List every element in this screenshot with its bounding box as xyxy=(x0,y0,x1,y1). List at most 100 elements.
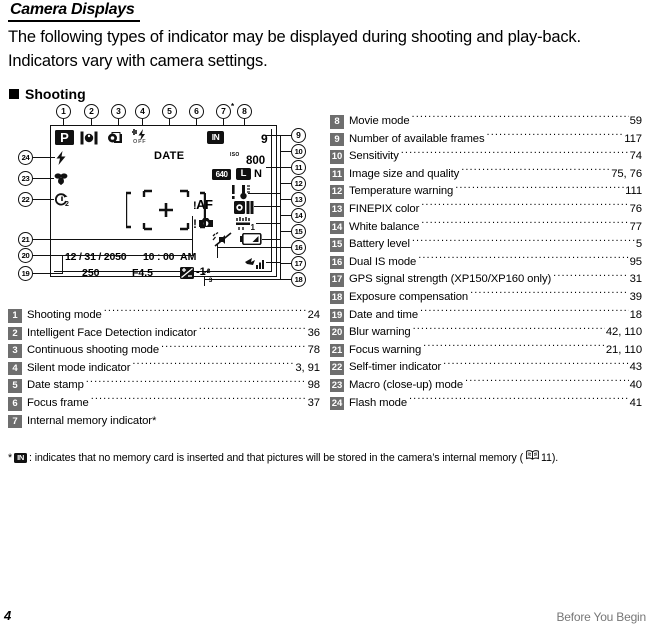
leader-dots xyxy=(91,395,307,406)
footnote-marker: * xyxy=(8,451,13,464)
item-page: 77 xyxy=(629,220,642,233)
connector-12 xyxy=(248,193,281,195)
item-label: Movie mode xyxy=(349,115,410,127)
list-item: 18 Exposure compensation 39 xyxy=(330,289,642,307)
leader-19 xyxy=(33,273,63,275)
leader-dots xyxy=(420,307,629,318)
callout-5: 5 xyxy=(162,104,177,119)
item-page: 117 xyxy=(624,132,642,145)
list-item: 20 Blur warning 42, 110 xyxy=(330,324,642,342)
callout-14: 14 xyxy=(291,208,306,223)
list-item: 6 Focus frame 37 xyxy=(8,395,320,413)
item-number: 3 xyxy=(8,344,22,358)
item-number: 21 xyxy=(330,343,344,358)
list-item: 17 GPS signal strength (XP150/XP160 only… xyxy=(330,271,642,289)
item-label: Macro (close-up) mode xyxy=(349,378,464,391)
callout-4: 4 xyxy=(135,104,150,119)
item-label: Image size and quality xyxy=(349,167,460,180)
leader-22 xyxy=(33,199,54,201)
flash-mode-icon xyxy=(55,151,67,169)
callout-2: 2 xyxy=(84,104,99,119)
item-number: 10 xyxy=(330,150,344,164)
list-item: 22 Self-timer indicator 43 xyxy=(330,359,642,377)
item-number: 23 xyxy=(330,378,344,393)
leader-dots xyxy=(461,166,610,177)
item-label: Exposure compensation xyxy=(349,290,469,303)
leader-18 xyxy=(280,279,291,281)
item-number: 12 xyxy=(330,185,344,199)
leader-dots xyxy=(199,325,307,336)
svg-text:2: 2 xyxy=(65,201,69,207)
list-item: 23 Macro (close-up) mode 40 xyxy=(330,377,642,395)
shutter-speed-value: 250 xyxy=(82,267,100,279)
item-number: 11 xyxy=(330,167,344,182)
item-page: 31 xyxy=(629,273,642,286)
item-label: Continuous shooting mode xyxy=(27,344,159,357)
list-item: 3 Continuous shooting mode 78 xyxy=(8,342,320,360)
leader-23 xyxy=(33,178,54,180)
leader-dots xyxy=(421,201,628,212)
internal-memory-icon: IN xyxy=(207,131,224,144)
date-stamp-indicator: DATE xyxy=(154,150,185,162)
image-size-icon: L xyxy=(236,168,251,180)
list-item: 8 Movie mode 59 xyxy=(330,113,642,131)
callout-9: 9 xyxy=(291,128,306,143)
leader-13 xyxy=(280,199,291,201)
callout-7-asterisk: * xyxy=(231,102,235,111)
image-quality-label: N xyxy=(254,168,262,180)
internal-memory-icon: IN xyxy=(14,452,28,463)
iso-label: ISO xyxy=(230,152,240,158)
leader-dots xyxy=(161,342,307,353)
list-item: 11 Image size and quality 75, 76 xyxy=(330,166,642,184)
item-label: Focus frame xyxy=(27,396,89,409)
face-detection-icon xyxy=(80,131,98,147)
callout-8: 8 xyxy=(237,104,252,119)
item-page: 98 xyxy=(307,379,320,392)
callout-16: 16 xyxy=(291,240,306,255)
item-number: 13 xyxy=(330,203,344,217)
leader-dots xyxy=(465,377,629,388)
index-list-left: 1 Shooting mode 24 2 Intelligent Face De… xyxy=(8,307,320,430)
leader-dots xyxy=(132,360,294,371)
item-label: GPS signal strength (XP150/XP160 only) xyxy=(349,273,552,286)
leader-16 xyxy=(280,247,291,249)
callout-21: 21 xyxy=(18,232,33,247)
item-page: 41 xyxy=(629,396,642,409)
item-page: 76 xyxy=(629,202,642,215)
item-number: 7 xyxy=(8,414,22,429)
item-label: Silent mode indicator xyxy=(27,361,131,374)
aperture-value: F4.5 xyxy=(132,267,154,279)
list-item: 13 FINEPIX color 76 xyxy=(330,201,642,219)
item-number: 15 xyxy=(330,238,344,252)
callout-22: 22 xyxy=(18,192,33,207)
bullet-square-icon xyxy=(9,89,19,99)
connector-11 xyxy=(266,167,281,169)
shooting-mode-icon: P xyxy=(55,130,74,145)
callout-15: 15 xyxy=(291,224,306,239)
movie-mode-icon: 640 xyxy=(212,169,231,180)
item-number: 5 xyxy=(8,379,22,393)
leader-dots xyxy=(401,148,629,159)
leader-11 xyxy=(280,167,291,169)
running-head: Before You Begin xyxy=(556,610,646,624)
callout-10: 10 xyxy=(291,144,306,159)
focus-frame xyxy=(124,187,207,237)
connector-17 xyxy=(266,262,281,264)
leader-dots xyxy=(412,236,635,247)
leader-dots xyxy=(421,219,628,230)
leader-20-stub xyxy=(192,230,194,256)
list-item: 9 Number of available frames 117 xyxy=(330,131,642,149)
iso-value: 800 xyxy=(246,155,266,167)
item-number: 9 xyxy=(330,132,344,147)
leader-dots xyxy=(487,131,624,142)
callout-19: 19 xyxy=(18,266,33,281)
item-number: 16 xyxy=(330,255,344,270)
leader-20 xyxy=(33,255,193,257)
list-item: 4 Silent mode indicator 3, 91 xyxy=(8,360,320,378)
list-item: 24 Flash mode 41 xyxy=(330,395,642,413)
macro-mode-icon xyxy=(54,172,68,189)
list-item: 14 White balance 77 xyxy=(330,219,642,237)
item-page: 78 xyxy=(307,344,320,357)
leader-10 xyxy=(280,151,291,153)
list-item: 10 Sensitivity 74 xyxy=(330,148,642,166)
